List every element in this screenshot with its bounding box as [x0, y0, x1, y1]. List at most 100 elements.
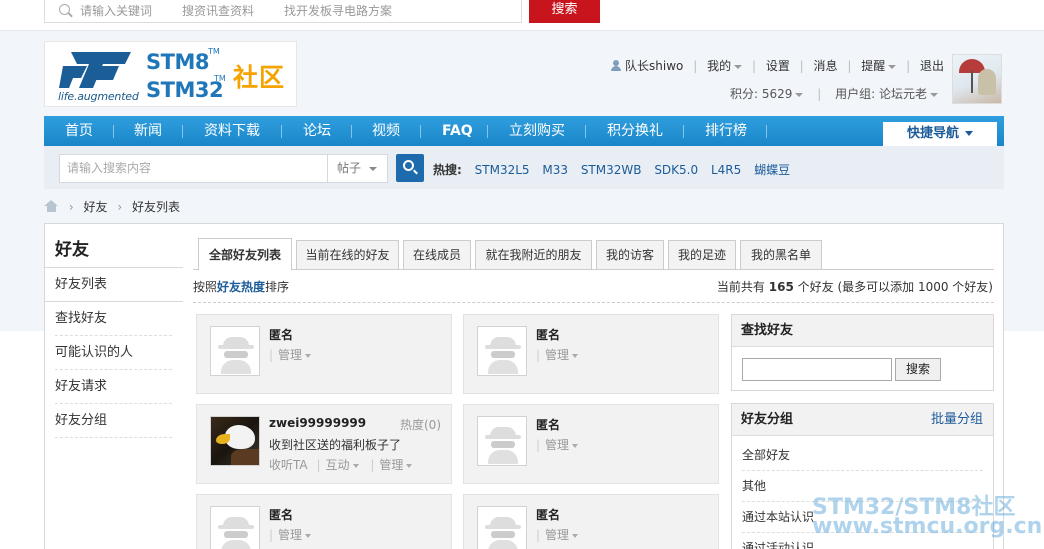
tab-footprints[interactable]: 我的足迹	[668, 240, 736, 270]
user-avatar[interactable]	[952, 54, 1002, 104]
eagle-body	[231, 449, 259, 465]
friend-name[interactable]: 匿名	[536, 326, 560, 343]
follow-link[interactable]: 收听TA	[269, 458, 308, 472]
manage-menu[interactable]: 管理	[545, 438, 569, 452]
top-search-input[interactable]: 请输入关键词 搜资讯查资料 找开发板寻电路方案	[44, 0, 522, 23]
sidebar-item-groups[interactable]: 好友分组	[55, 404, 172, 438]
sidebar-item-find-friends[interactable]: 查找好友	[55, 302, 172, 336]
friend-card: 匿名 | 管理	[463, 314, 719, 394]
nav-faq[interactable]: FAQ	[442, 116, 473, 146]
group-item[interactable]: 全部好友	[742, 440, 983, 471]
hot-keyword[interactable]: STM32WB	[581, 163, 642, 177]
avatar-figure	[978, 69, 996, 95]
hot-search: 热搜: STM32L5 M33 STM32WB SDK5.0 L4R5 蝴蝶豆	[433, 161, 790, 178]
username-link[interactable]: 队长shiwo	[625, 59, 683, 73]
friend-avatar[interactable]	[210, 326, 260, 376]
settings-link[interactable]: 设置	[766, 59, 790, 73]
hot-keyword[interactable]: SDK5.0	[654, 163, 698, 177]
manage-menu[interactable]: 管理	[545, 528, 569, 542]
find-friend-input[interactable]	[742, 358, 892, 381]
logout-link[interactable]: 退出	[920, 59, 944, 73]
chevron-down-icon	[930, 92, 938, 97]
user-stats: 积分: 5629 | 用户组: 论坛元老	[730, 85, 938, 102]
friend-avatar[interactable]	[210, 416, 260, 466]
breadcrumb-friend-list[interactable]: 好友列表	[132, 200, 180, 214]
friend-count: 当前共有 165 个好友 (最多可以添加 1000 个好友)	[717, 278, 993, 295]
home-icon[interactable]	[44, 200, 59, 212]
tab-all-friends[interactable]: 全部好友列表	[198, 238, 292, 271]
tab-blacklist[interactable]: 我的黑名单	[740, 240, 822, 270]
divider: |	[316, 458, 321, 472]
points-menu[interactable]: 积分: 5629	[730, 87, 792, 101]
chevron-down-icon	[734, 64, 743, 69]
friend-name[interactable]: 匿名	[536, 506, 560, 523]
site-logo[interactable]: life.augmented STM8 TM STM32 TM 社区	[44, 41, 297, 107]
anon-brim	[485, 525, 521, 529]
friend-name[interactable]: 匿名	[269, 326, 293, 343]
batch-group-link[interactable]: 批量分组	[931, 404, 983, 436]
notifications-menu[interactable]: 提醒	[861, 59, 885, 73]
nav-news[interactable]: 新闻	[134, 116, 162, 146]
nav-home[interactable]: 首页	[65, 116, 93, 146]
friend-card: 匿名 | 管理	[463, 404, 719, 484]
friend-avatar[interactable]	[477, 416, 527, 466]
tab-visitors[interactable]: 我的访客	[596, 240, 664, 270]
breadcrumb-friends[interactable]: 好友	[83, 200, 107, 214]
hot-keyword[interactable]: STM32L5	[475, 163, 530, 177]
friend-name[interactable]: zwei99999999	[269, 416, 366, 430]
user-group-menu[interactable]: 用户组: 论坛元老	[835, 87, 927, 101]
search-button[interactable]	[396, 154, 424, 182]
friend-avatar[interactable]	[477, 506, 527, 549]
sidebar-item-requests[interactable]: 好友请求	[55, 370, 172, 404]
sort-info: 按照好友热度排序	[193, 278, 289, 295]
nav-divider	[766, 125, 767, 138]
friend-name[interactable]: 匿名	[269, 506, 293, 523]
divider: |	[269, 348, 274, 362]
sidebar-item-friend-list[interactable]: 好友列表	[45, 268, 183, 302]
my-menu[interactable]: 我的	[707, 59, 731, 73]
nav-ranking[interactable]: 排行榜	[705, 116, 747, 146]
friend-name[interactable]: 匿名	[536, 416, 560, 433]
hot-keyword[interactable]: 蝴蝶豆	[754, 163, 790, 177]
chevron-down-icon	[572, 353, 579, 358]
messages-link[interactable]: 消息	[814, 59, 838, 73]
chevron-down-icon	[406, 463, 413, 468]
hot-keyword[interactable]: L4R5	[711, 163, 741, 177]
sidebar-item-may-know[interactable]: 可能认识的人	[55, 336, 172, 370]
quick-nav-label: 快捷导航	[906, 126, 959, 141]
friend-avatar[interactable]	[210, 506, 260, 549]
chevron-down-icon	[572, 533, 579, 538]
chevron-down-icon	[352, 463, 359, 468]
tab-nearby[interactable]: 就在我附近的朋友	[475, 240, 592, 270]
nav-forum[interactable]: 论坛	[303, 116, 331, 146]
nav-video[interactable]: 视频	[372, 116, 400, 146]
user-menu: 队长shiwo | 我的 | 设置 | 消息 | 提醒 | 退出	[611, 57, 944, 74]
breadcrumb-separator: ›	[68, 200, 74, 214]
manage-menu[interactable]: 管理	[545, 348, 569, 362]
chevron-down-icon	[305, 353, 312, 358]
top-search-button[interactable]: 搜索	[529, 0, 600, 23]
hot-keyword[interactable]: M33	[542, 163, 568, 177]
friend-avatar[interactable]	[477, 326, 527, 376]
sort-by-heat-link[interactable]: 好友热度	[217, 280, 265, 294]
watermark-url: www.stmcu.org.cn	[812, 514, 1043, 539]
manage-menu[interactable]: 管理	[379, 458, 403, 472]
find-friend-button[interactable]: 搜索	[895, 358, 941, 381]
quick-nav-button[interactable]: 快捷导航	[883, 122, 997, 146]
tab-online-members[interactable]: 在线成员	[403, 240, 471, 270]
nav-downloads[interactable]: 资料下载	[204, 116, 260, 146]
nav-gifts[interactable]: 积分换礼	[607, 116, 663, 146]
nav-buy[interactable]: 立刻购买	[509, 116, 565, 146]
manage-menu[interactable]: 管理	[278, 348, 302, 362]
anon-coat	[221, 540, 251, 549]
anon-brim	[485, 345, 521, 349]
search-scope-select[interactable]: 帖子	[327, 154, 388, 183]
anon-glasses	[491, 441, 515, 448]
friend-card: 匿名 | 管理	[196, 314, 452, 394]
friend-actions: 收听TA | 互动 | 管理	[269, 456, 420, 473]
interact-menu[interactable]: 互动	[325, 458, 349, 472]
main-nav: 首页 新闻 资料下载 论坛 视频 FAQ 立刻购买 积分换礼 排行榜 快捷导航	[44, 116, 1004, 146]
manage-menu[interactable]: 管理	[278, 528, 302, 542]
search-input[interactable]: 请输入搜索内容	[59, 154, 328, 183]
tab-online-friends[interactable]: 当前在线的好友	[296, 240, 399, 270]
